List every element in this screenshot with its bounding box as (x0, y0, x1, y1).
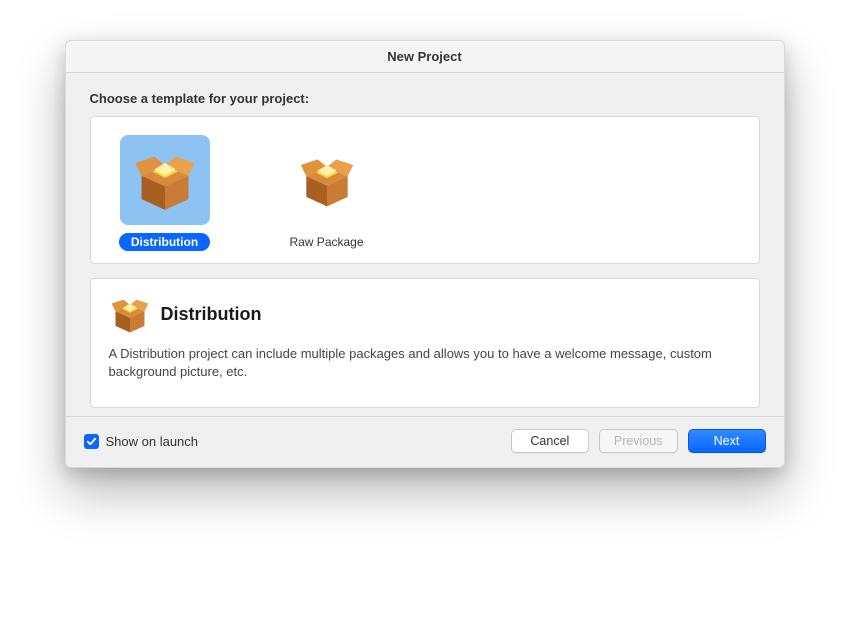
dialog-content: Choose a template for your project: Dist… (66, 73, 784, 416)
window-title: New Project (387, 49, 461, 64)
template-icon-tile (282, 135, 372, 225)
package-icon (297, 150, 357, 210)
checkbox-checked-icon (84, 434, 99, 449)
button-label: Next (714, 434, 740, 448)
dialog-footer: Show on launch Cancel Previous Next (66, 416, 784, 467)
new-project-dialog: New Project Choose a template for your p… (65, 40, 785, 468)
previous-button: Previous (599, 429, 678, 453)
detail-description: A Distribution project can include multi… (109, 345, 741, 380)
detail-header: Distribution (109, 293, 741, 335)
choose-template-label: Choose a template for your project: (90, 91, 760, 106)
template-picker: Distribution Raw Package (90, 116, 760, 264)
template-label: Raw Package (277, 233, 375, 251)
template-icon-tile (120, 135, 210, 225)
template-raw-package[interactable]: Raw Package (267, 135, 387, 251)
template-detail: Distribution A Distribution project can … (90, 278, 760, 408)
button-label: Cancel (530, 434, 569, 448)
titlebar: New Project (66, 41, 784, 73)
button-label: Previous (614, 434, 663, 448)
template-label: Distribution (119, 233, 210, 251)
package-icon (109, 293, 151, 335)
template-distribution[interactable]: Distribution (105, 135, 225, 251)
show-on-launch-label: Show on launch (106, 434, 199, 449)
cancel-button[interactable]: Cancel (511, 429, 589, 453)
show-on-launch-checkbox[interactable]: Show on launch (84, 434, 199, 449)
package-icon (131, 146, 199, 214)
detail-title: Distribution (161, 304, 262, 325)
next-button[interactable]: Next (688, 429, 766, 453)
